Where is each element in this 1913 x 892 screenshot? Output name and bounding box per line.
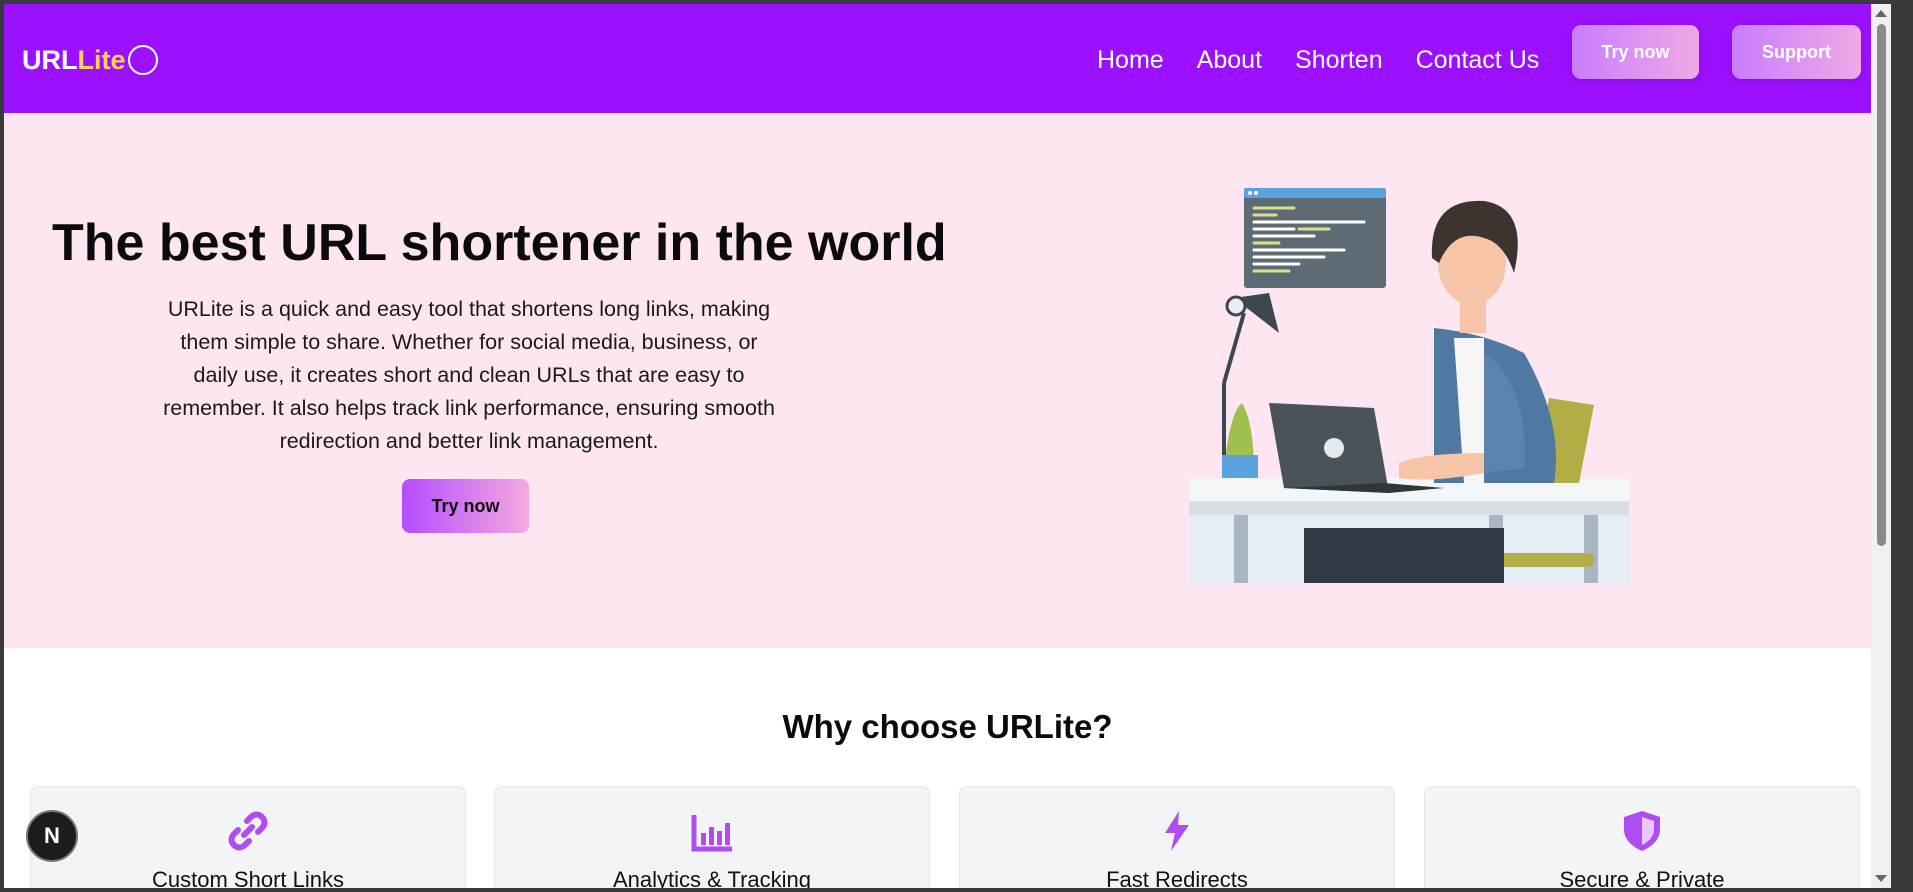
nav-link-about[interactable]: About	[1197, 46, 1262, 75]
nav-link-home[interactable]: Home	[1097, 46, 1164, 75]
feature-card-fast-redirects: Fast Redirects	[959, 786, 1395, 888]
nextjs-dev-badge[interactable]: N	[26, 810, 78, 862]
link-icon	[228, 811, 268, 851]
nav-support-button[interactable]: Support	[1732, 25, 1861, 79]
browser-viewport: URL Lite Home About Shorten Contact Us Tr…	[4, 4, 1891, 888]
feature-card-label: Custom Short Links	[152, 867, 344, 888]
hero-try-now-button[interactable]: Try now	[402, 479, 529, 533]
navbar: URL Lite Home About Shorten Contact Us Tr…	[4, 4, 1891, 113]
vertical-scrollbar[interactable]	[1871, 4, 1891, 888]
logo-circle-icon	[127, 45, 158, 75]
developer-at-desk-illustration	[1189, 188, 1629, 583]
feature-card-analytics: Analytics & Tracking	[494, 786, 930, 888]
shield-icon	[1624, 811, 1660, 851]
nav-links: Home About Shorten Contact Us	[1097, 46, 1539, 75]
logo-url-text: URL	[22, 44, 78, 75]
feature-card-custom-links: Custom Short Links	[30, 786, 466, 888]
lightning-icon	[1165, 811, 1189, 851]
nav-link-shorten[interactable]: Shorten	[1295, 46, 1383, 75]
nav-try-now-button[interactable]: Try now	[1572, 25, 1699, 79]
scroll-thumb[interactable]	[1877, 24, 1886, 546]
hero-title: The best URL shortener in the world	[52, 214, 947, 272]
scroll-down-arrow-icon[interactable]	[1875, 875, 1887, 882]
nav-link-contact[interactable]: Contact Us	[1416, 46, 1540, 75]
hero-section: The best URL shortener in the world URLi…	[4, 113, 1891, 648]
feature-card-label: Secure & Private	[1559, 867, 1725, 888]
feature-card-label: Analytics & Tracking	[612, 867, 812, 888]
logo[interactable]: URL Lite	[22, 40, 158, 80]
feature-card-secure: Secure & Private	[1424, 786, 1860, 888]
chart-icon	[691, 815, 732, 852]
hero-description: URLite is a quick and easy tool that sho…	[163, 297, 775, 453]
logo-lite-text: Lite	[77, 44, 126, 75]
scroll-up-arrow-icon[interactable]	[1875, 10, 1887, 17]
feature-card-label: Fast Redirects	[1106, 867, 1248, 888]
features-title: Why choose URLite?	[782, 708, 1113, 745]
